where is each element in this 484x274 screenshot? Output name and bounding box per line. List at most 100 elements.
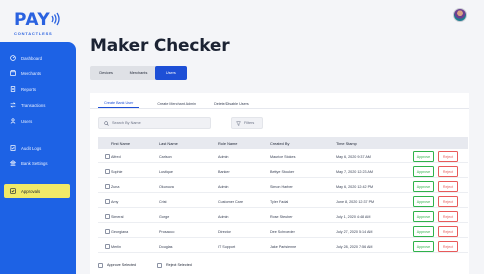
tab-bar: Create Bank User Create Merchant Admin D… (90, 99, 469, 109)
segment-users[interactable]: Users (154, 66, 187, 80)
column-header-last-name[interactable]: Last Name (159, 137, 178, 149)
approve-button[interactable]: Approve (413, 151, 434, 162)
sidebar-item-users[interactable]: Users (0, 114, 76, 128)
sidebar-item-merchants[interactable]: Merchants (0, 66, 76, 80)
cell-last-name: Prosacco (159, 229, 175, 234)
cell-role-name: Banker (218, 169, 230, 174)
reject-selected-checkbox[interactable] (157, 262, 162, 268)
reject-button[interactable]: Reject (438, 166, 458, 177)
cell-created-by: Simon Harber (270, 184, 293, 189)
cell-last-name: Okunuva (159, 184, 174, 189)
reject-button[interactable]: Reject (438, 241, 458, 252)
user-avatar[interactable] (453, 8, 467, 22)
cell-last-name: Crist (159, 199, 167, 204)
search-input[interactable] (112, 121, 202, 125)
search-icon (104, 120, 109, 126)
approvals-icon (9, 188, 16, 195)
approve-selected-checkbox[interactable] (98, 262, 103, 268)
approvals-card: Create Bank User Create Merchant Admin D… (90, 93, 469, 274)
reject-button[interactable]: Reject (438, 151, 458, 162)
contactless-icon (51, 12, 60, 26)
column-header-time-stamp[interactable]: Time Stamp (336, 137, 357, 149)
users-icon (9, 118, 16, 125)
cell-created-by: Maurice Stokes (270, 154, 296, 159)
approve-button[interactable]: Approve (413, 241, 434, 252)
sidebar: Dashboard Merchants Reports Transactions… (0, 42, 76, 274)
brand-name: PAY (14, 10, 51, 30)
column-header-first-name[interactable]: First Name (111, 137, 130, 149)
row-checkbox[interactable] (105, 229, 110, 234)
sidebar-item-bank-settings[interactable]: Bank Settings (0, 156, 76, 170)
sidebar-item-label: Bank Settings (21, 160, 48, 166)
sidebar-item-label: Reports (21, 86, 37, 92)
cell-role-name: Customer Care (218, 199, 244, 204)
cell-role-name: Director (218, 229, 231, 234)
merchants-icon (9, 70, 16, 77)
approve-button[interactable]: Approve (413, 166, 434, 177)
dashboard-icon (9, 55, 16, 62)
reject-button[interactable]: Reject (438, 226, 458, 237)
column-header-role-name[interactable]: Role Name (218, 137, 237, 149)
row-checkbox[interactable] (105, 184, 110, 189)
table-row: Zuna Okunuva Admin Simon Harber May 6, 2020 … (98, 180, 468, 193)
cell-time-stamp: May 6, 2020 9:37 AM (336, 154, 371, 159)
sidebar-item-audit-logs[interactable]: Audit Logs (0, 141, 76, 155)
segment-devices[interactable]: Devices (90, 66, 122, 80)
approve-button[interactable]: Approve (413, 226, 434, 237)
sidebar-item-label: Users (21, 118, 33, 124)
reject-button[interactable]: Reject (438, 211, 458, 222)
cell-last-name: Gorge (159, 214, 170, 219)
table-row: Sophie Lustique Banker Bettye Stouker May 7,… (98, 165, 468, 178)
row-checkbox[interactable] (105, 169, 110, 174)
tab-create-merchant-admin[interactable]: Create Merchant Admin (151, 99, 202, 108)
bank-settings-icon (9, 160, 16, 167)
reject-button[interactable]: Reject (438, 196, 458, 207)
page-title: Maker Checker (90, 36, 230, 56)
tab-create-bank-user[interactable]: Create Bank User (98, 99, 140, 108)
table-row: Amy Crist Customer Care Tyler Fadal June 8, … (98, 195, 468, 208)
cell-time-stamp: July 27, 2020 5:14 AM (336, 229, 373, 234)
filter-label: Filters (244, 121, 255, 125)
column-header-created-by[interactable]: Created By (270, 137, 289, 149)
cell-role-name: Admin (218, 214, 229, 219)
cell-time-stamp: July 1, 2020 4:48 AM (336, 214, 371, 219)
approve-button[interactable]: Approve (413, 196, 434, 207)
row-checkbox[interactable] (105, 244, 110, 249)
brand-tagline: CONTACTLESS (14, 31, 53, 36)
filter-button[interactable]: Filters (231, 117, 263, 129)
approve-selected-label: Approve Selected (107, 263, 137, 267)
filter-icon (236, 121, 241, 126)
cell-first-name: Simeral (111, 214, 124, 219)
cell-role-name: Admin (218, 184, 229, 189)
row-checkbox[interactable] (105, 214, 110, 219)
category-switcher: Devices Merchants Users (90, 66, 187, 80)
cell-role-name: IT Support (218, 244, 236, 249)
reports-icon (9, 86, 16, 93)
cell-role-name: Admin (218, 154, 229, 159)
reject-selected-button[interactable]: Reject Selected (157, 261, 192, 269)
sidebar-item-reports[interactable]: Reports (0, 82, 76, 96)
approve-button[interactable]: Approve (413, 181, 434, 192)
cell-created-by: Tyler Fadal (270, 199, 289, 204)
sidebar-item-label: Dashboard (21, 55, 43, 61)
brand-logo: PAY CONTACTLESS (14, 10, 61, 36)
approve-selected-button[interactable]: Approve Selected (98, 261, 136, 269)
table-header: First Name Last Name Role Name Created B… (98, 137, 468, 149)
cell-time-stamp: June 8, 2020 12:37 PM (336, 199, 375, 204)
cell-first-name: Amy (111, 199, 119, 204)
cell-time-stamp: May 7, 2020 12:23 AM (336, 169, 373, 174)
transactions-icon (9, 102, 16, 109)
tab-delete-disable-users[interactable]: Delete/Disable Users (208, 99, 255, 108)
cell-time-stamp: July 28, 2020 7:56 AM (336, 244, 373, 249)
segment-merchants[interactable]: Merchants (122, 66, 154, 80)
row-checkbox[interactable] (105, 199, 110, 204)
table-row: Georgiana Prosacco Director Dee Schroeder Ju… (98, 225, 468, 238)
reject-button[interactable]: Reject (438, 181, 458, 192)
sidebar-item-approvals[interactable]: Approvals (4, 184, 70, 198)
row-checkbox[interactable] (105, 154, 110, 159)
cell-last-name: Carlson (159, 154, 172, 159)
sidebar-item-dashboard[interactable]: Dashboard (0, 51, 76, 65)
sidebar-item-transactions[interactable]: Transactions (0, 98, 76, 112)
cell-first-name: Georgiana (111, 229, 129, 234)
approve-button[interactable]: Approve (413, 211, 434, 222)
